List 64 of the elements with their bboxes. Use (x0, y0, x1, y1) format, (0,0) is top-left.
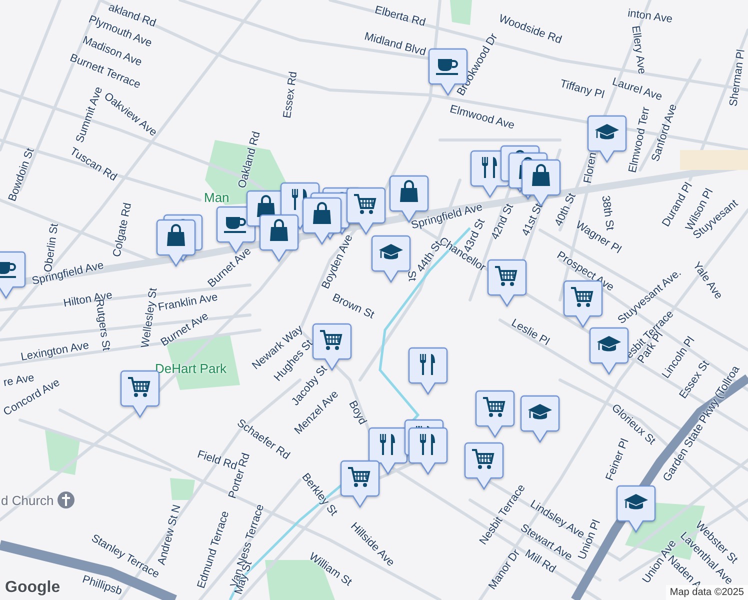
street-label: inton Ave (626, 8, 674, 26)
coffee-cup-icon (0, 262, 16, 278)
street-label: Wellesley St (140, 287, 160, 349)
street-label: Lexington Ave (20, 340, 90, 364)
street-label: Ellery Ave (629, 25, 647, 75)
shopping-marker[interactable] (259, 214, 299, 262)
fork-knife-icon (420, 434, 435, 455)
school-marker[interactable] (520, 395, 560, 443)
shopping-cart-icon (348, 467, 370, 487)
street-label: Oakland Rd (237, 130, 263, 190)
graduation-cap-icon (528, 404, 552, 420)
street-label: Andrew St N (156, 504, 184, 566)
street-label: Essex Rd (282, 70, 300, 120)
street-label: Sherman Pl (728, 48, 748, 108)
graduation-cap-icon (595, 124, 619, 140)
coffee-cup-icon (224, 217, 246, 233)
grocery-marker[interactable] (475, 390, 515, 438)
street-label: St (405, 270, 417, 282)
street-label: 42nd St (490, 202, 516, 242)
restaurant-marker[interactable] (408, 347, 448, 395)
street-label: Tiffany Pl (558, 78, 606, 102)
grocery-marker[interactable] (487, 259, 527, 307)
grocery-marker[interactable] (340, 460, 380, 508)
shopping-cart-icon (571, 287, 594, 307)
park-area (45, 430, 80, 475)
park-label: DeHart Park (155, 362, 227, 375)
map-logo[interactable]: Google (5, 580, 60, 596)
street-label: 40th St (554, 192, 578, 228)
street-label: Sanford Ave (650, 102, 680, 164)
street-label: Midland Blvd (363, 32, 427, 58)
graduation-cap-icon (624, 494, 648, 510)
church-cross-icon (56, 491, 75, 509)
street-label: Colgate Rd (112, 202, 134, 258)
school-marker[interactable] (616, 485, 656, 533)
street-label: Floren (582, 152, 600, 184)
street-label: 41st St (520, 202, 546, 238)
shopping-bag-icon (400, 180, 418, 202)
restaurant-marker[interactable] (408, 427, 448, 475)
fork-knife-icon (420, 354, 435, 375)
graduation-cap-icon (597, 336, 621, 352)
graduation-cap-icon (379, 244, 403, 260)
street-label: Field Rd (196, 449, 238, 473)
coffee-cup-icon (436, 59, 458, 75)
street-label: re Ave (2, 372, 36, 390)
commercial-area (680, 150, 748, 170)
street-label: Elmwood Terr (628, 106, 652, 174)
shopping-cart-icon (472, 449, 494, 469)
park-area (170, 478, 195, 500)
school-marker[interactable] (589, 327, 629, 375)
park-label: Man (204, 191, 230, 204)
shopping-cart-icon (320, 330, 342, 350)
street-label: Laurel Ave (610, 76, 664, 104)
street-label: Feiner Pl (604, 438, 632, 482)
fork-knife-icon (482, 157, 497, 178)
shopping-cart-icon (495, 266, 518, 286)
shopping-cart-icon (128, 377, 150, 397)
park-area (450, 0, 472, 25)
fork-knife-icon (380, 434, 395, 455)
shopping-bag-icon (270, 219, 288, 241)
place-label: d Church (1, 494, 54, 506)
shopping-cart-icon (483, 397, 506, 417)
street-label: Franklin Ave (157, 292, 219, 314)
street-label: Boyd (346, 399, 368, 427)
street-label: Elberta Rd (373, 4, 427, 30)
